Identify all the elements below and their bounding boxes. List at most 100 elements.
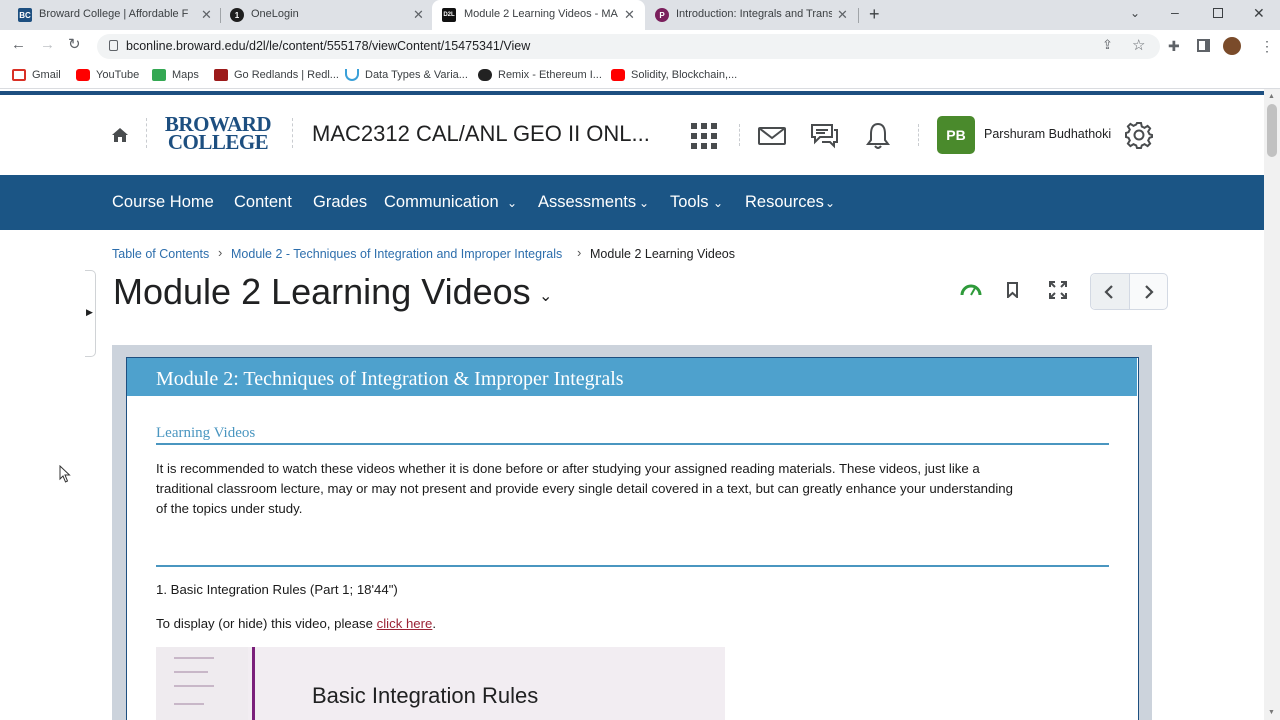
d2l-page: BROWARD COLLEGE MAC2312 CAL/ANL GEO II O… <box>0 89 1264 720</box>
nav-content[interactable]: Content <box>234 193 292 212</box>
nav-grades[interactable]: Grades <box>313 193 367 212</box>
breadcrumb-module-2[interactable]: Module 2 - Techniques of Integration and… <box>231 247 562 261</box>
update-alerts-bell-icon[interactable] <box>866 122 890 155</box>
video-thumbnail[interactable]: Basic Integration Rules <box>156 647 725 720</box>
maps-icon <box>152 69 166 81</box>
profile-avatar-icon[interactable] <box>1223 37 1241 55</box>
module-card: Module 2: Techniques of Integration & Im… <box>126 357 1139 720</box>
scrollbar-thumb[interactable] <box>1267 104 1277 157</box>
address-bar[interactable]: bconline.broward.edu/d2l/le/content/5551… <box>97 34 1160 59</box>
next-topic-button[interactable] <box>1130 274 1168 309</box>
bookmark-datatypes[interactable]: Data Types & Varia... <box>345 69 468 81</box>
page-title: Module 2 Learning Videos <box>113 271 531 312</box>
share-icon[interactable]: ⇪ <box>1102 37 1113 53</box>
browser-tab-introduction[interactable]: P Introduction: Integrals and Trans ✕ <box>645 0 858 30</box>
toc-panel-toggle[interactable]: ▶ <box>85 270 96 357</box>
breadcrumb-table-of-contents[interactable]: Table of Contents <box>112 247 209 261</box>
close-tab-icon[interactable]: ✕ <box>201 7 212 23</box>
browser-menu-icon[interactable]: ⋮ <box>1260 38 1274 55</box>
breadcrumb-current: Module 2 Learning Videos <box>590 247 736 261</box>
nav-tools[interactable]: Tools <box>670 193 709 212</box>
minimize-window-icon[interactable]: – <box>1171 4 1179 20</box>
close-tab-icon[interactable]: ✕ <box>624 7 635 23</box>
new-tab-icon[interactable]: + <box>869 4 880 25</box>
reload-icon[interactable]: ↻ <box>68 35 81 53</box>
section-divider <box>156 565 1109 567</box>
chevron-down-icon: ⌄ <box>639 196 650 210</box>
close-tab-icon[interactable]: ✕ <box>837 7 848 23</box>
bookmark-remix[interactable]: Remix - Ethereum I... <box>478 69 602 81</box>
close-window-icon[interactable]: ✕ <box>1253 5 1265 22</box>
nav-assessments[interactable]: Assessments <box>538 193 636 212</box>
video-title: 1. Basic Integration Rules (Part 1; 18'4… <box>156 582 398 597</box>
video-toggle-link[interactable]: click here <box>377 616 433 631</box>
redlands-icon <box>214 69 228 81</box>
pressbooks-favicon-icon: P <box>655 8 669 22</box>
breadcrumb-separator-icon: › <box>577 245 582 260</box>
side-panel-icon[interactable] <box>1197 39 1210 52</box>
video-thumbnail-title: Basic Integration Rules <box>312 683 539 708</box>
browser-tab-module2[interactable]: D2L Module 2 Learning Videos - MAC ✕ <box>432 0 645 30</box>
home-icon[interactable] <box>111 126 129 149</box>
user-avatar[interactable]: PB <box>937 116 975 154</box>
restore-window-icon[interactable] <box>1213 8 1223 18</box>
youtube-icon <box>76 69 90 81</box>
chevron-down-icon: ⌄ <box>825 196 836 210</box>
scroll-up-icon[interactable]: ▲ <box>1268 93 1275 100</box>
broward-college-logo[interactable]: BROWARD COLLEGE <box>160 114 276 153</box>
nav-resources[interactable]: Resources <box>745 193 824 212</box>
chevron-down-icon: ⌄ <box>713 196 724 210</box>
bookmark-gmail[interactable]: Gmail <box>12 69 61 81</box>
bookmark-icon[interactable] <box>1007 282 1018 303</box>
video-toggle-line: To display (or hide) this video, please … <box>156 616 437 631</box>
bookmark-maps[interactable]: Maps <box>152 69 199 81</box>
tab-title: Broward College | Affordable Flo <box>39 8 189 20</box>
lock-icon <box>109 40 118 51</box>
tab-search-icon[interactable]: ⌄ <box>1130 6 1140 20</box>
udemy-icon <box>345 69 359 81</box>
settings-gear-icon[interactable] <box>1125 121 1153 154</box>
back-icon[interactable]: ← <box>11 36 26 53</box>
bookmarks-bar: Gmail YouTube Maps Go Redlands | Redl...… <box>0 63 1280 89</box>
extensions-icon[interactable]: ✚ <box>1168 38 1180 55</box>
bookmark-solidity[interactable]: Solidity, Blockchain,... <box>611 69 737 81</box>
subscription-alerts-icon[interactable] <box>810 123 838 154</box>
course-selector-grid-icon[interactable] <box>691 123 717 154</box>
tab-title: Introduction: Integrals and Trans <box>676 8 832 20</box>
page-scrollbar[interactable] <box>1264 89 1280 720</box>
caret-right-icon: ▶ <box>86 307 93 317</box>
url-text: bconline.broward.edu/d2l/le/content/5551… <box>126 39 531 53</box>
breadcrumb-separator-icon: › <box>218 245 223 260</box>
mouse-cursor-icon <box>59 464 71 488</box>
title-chevron-down-icon[interactable]: ⌄ <box>539 286 552 306</box>
section-divider <box>156 443 1109 445</box>
bookmark-youtube[interactable]: YouTube <box>76 69 139 81</box>
message-alerts-icon[interactable] <box>758 127 786 150</box>
onelogin-favicon-icon: 1 <box>230 8 244 22</box>
scroll-down-icon[interactable]: ▼ <box>1268 709 1275 716</box>
bookmark-redlands[interactable]: Go Redlands | Redl... <box>214 69 339 81</box>
browser-tab-broward[interactable]: BC Broward College | Affordable Flo ✕ <box>0 0 220 30</box>
user-name[interactable]: Parshuram Budhathoki <box>984 127 1111 141</box>
forward-icon[interactable]: → <box>40 36 55 53</box>
topic-pager <box>1090 273 1168 310</box>
section-heading: Learning Videos <box>156 425 256 441</box>
nav-communication[interactable]: Communication <box>384 193 499 212</box>
nav-course-home[interactable]: Course Home <box>112 193 214 212</box>
formula-strip <box>156 647 248 720</box>
browser-tab-onelogin[interactable]: 1 OneLogin ✕ <box>221 0 432 30</box>
completion-gauge-icon[interactable] <box>960 283 982 302</box>
chevron-down-icon: ⌄ <box>507 196 518 210</box>
tab-title: OneLogin <box>251 8 299 20</box>
intro-paragraph: It is recommended to watch these videos … <box>156 461 1013 516</box>
youtube-icon <box>611 69 625 81</box>
bookmark-star-icon[interactable]: ☆ <box>1132 36 1145 54</box>
previous-topic-button[interactable] <box>1091 274 1129 309</box>
course-title[interactable]: MAC2312 CAL/ANL GEO II ONL... <box>312 121 650 147</box>
broward-favicon-icon: BC <box>18 8 32 22</box>
gmail-icon <box>12 69 26 81</box>
d2l-favicon-icon: D2L <box>442 8 456 22</box>
module-banner: Module 2: Techniques of Integration & Im… <box>127 358 1137 396</box>
close-tab-icon[interactable]: ✕ <box>413 7 424 23</box>
fullscreen-icon[interactable] <box>1049 281 1067 304</box>
